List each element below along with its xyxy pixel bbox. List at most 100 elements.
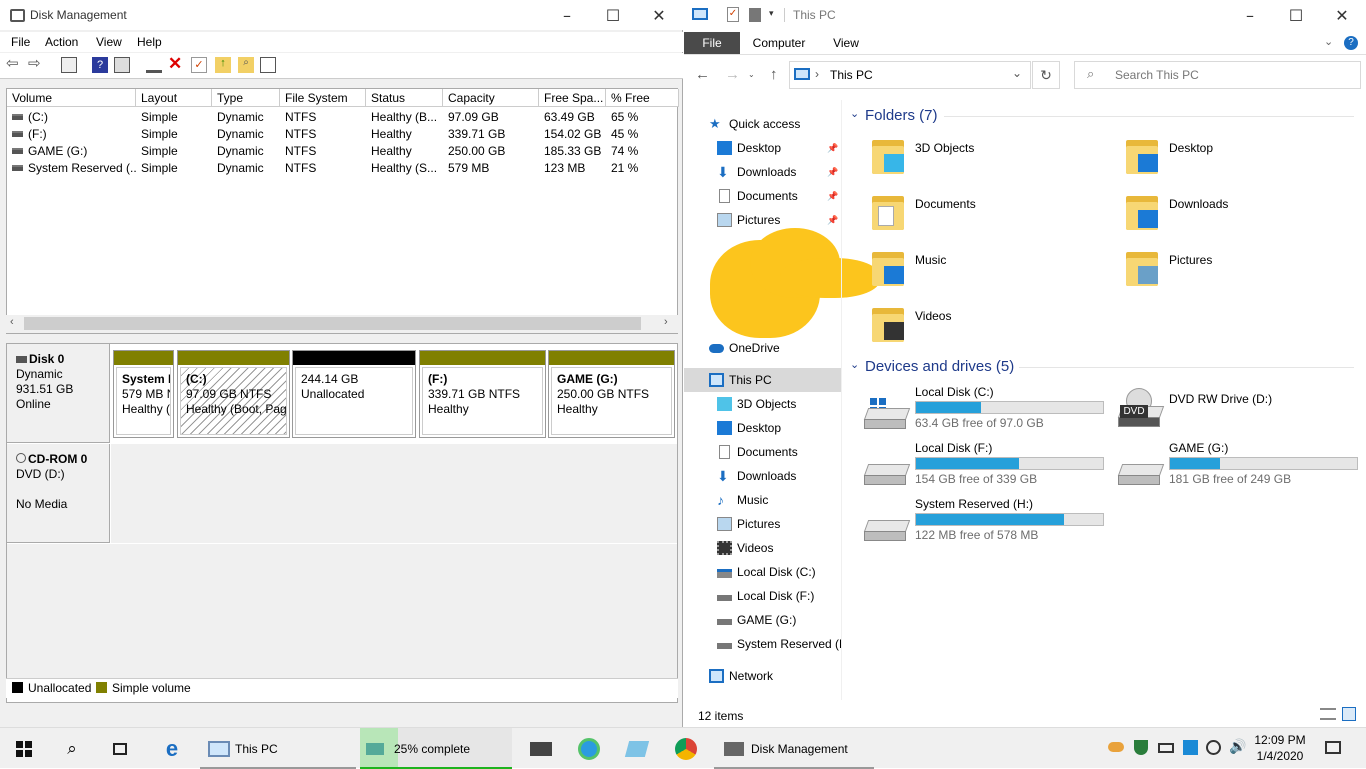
folder-3d-objects[interactable]: 3D Objects [870, 136, 1110, 184]
nav-network[interactable]: Network [684, 664, 842, 688]
col-filesystem[interactable]: File System [280, 89, 366, 107]
col-percent-free[interactable]: % Free [606, 89, 679, 107]
tray-globe-icon[interactable] [1206, 740, 1221, 755]
nav-documents-qa[interactable]: Documents 📌 [684, 184, 842, 208]
nav-3d-objects[interactable]: 3D Objects [684, 392, 842, 416]
table-cell[interactable]: Simple [136, 160, 212, 177]
properties-qa-icon[interactable]: ✓ [727, 7, 739, 22]
menu-view[interactable]: View [96, 32, 122, 52]
cdrom-0-header[interactable]: CD-ROM 0 DVD (D:) No Media [7, 444, 110, 543]
drive-h[interactable]: System Reserved (H:) 122 MB free of 578 … [862, 494, 1112, 544]
check-icon[interactable]: ✓ [191, 57, 207, 73]
tray-app-icon[interactable] [1183, 740, 1198, 755]
notification-icon[interactable] [1325, 741, 1341, 754]
table-cell[interactable]: 185.33 GB [539, 143, 606, 160]
folder-desktop[interactable]: Desktop [1124, 136, 1364, 184]
list-icon[interactable] [260, 57, 276, 73]
table-cell[interactable]: Simple [136, 109, 212, 126]
taskbar-this-pc[interactable]: This PC [200, 728, 356, 769]
folder-pictures[interactable]: Pictures [1124, 248, 1364, 296]
partition-f[interactable]: (F:) 339.71 GB NTFS Healthy [419, 350, 546, 438]
menu-file[interactable]: File [11, 32, 30, 52]
nav-desktop-qa[interactable]: Desktop 📌 [684, 136, 842, 160]
table-cell[interactable]: Dynamic [212, 160, 280, 177]
nav-forward-icon[interactable]: → [725, 66, 740, 83]
menu-action[interactable]: Action [45, 32, 78, 52]
dm-maximize-button[interactable]: ☐ [590, 0, 636, 30]
folder-videos[interactable]: Videos [870, 304, 1110, 352]
taskbar-edge-beta[interactable] [566, 728, 612, 769]
qa-dropdown-icon[interactable]: ▾ [769, 8, 774, 19]
disk-0-header[interactable]: Disk 0 Dynamic 931.51 GB Online [7, 344, 110, 443]
table-cell[interactable]: Dynamic [212, 109, 280, 126]
table-cell[interactable]: 579 MB [443, 160, 539, 177]
nav-downloads[interactable]: ⬇ Downloads [684, 464, 842, 488]
tray-cloud-icon[interactable] [1108, 742, 1124, 752]
tab-view[interactable]: View [824, 32, 868, 54]
refresh-button[interactable]: ↻ [1032, 61, 1060, 89]
nav-videos[interactable]: Videos [684, 536, 842, 560]
drive-g[interactable]: GAME (G:) 181 GB free of 249 GB [1116, 438, 1358, 488]
partition-unallocated[interactable]: 244.14 GB Unallocated [292, 350, 416, 438]
table-cell[interactable]: 63.49 GB [539, 109, 606, 126]
col-status[interactable]: Status [366, 89, 443, 107]
table-cell[interactable]: 97.09 GB [443, 109, 539, 126]
table-cell[interactable]: NTFS [280, 160, 366, 177]
folder-music[interactable]: Music [870, 248, 1110, 296]
table-cell[interactable]: Dynamic [212, 126, 280, 143]
nav-game-g[interactable]: GAME (G:) [684, 608, 842, 632]
search-box[interactable]: ⌕ Search This PC [1074, 61, 1361, 89]
volume-name-cell[interactable]: (C:) [23, 109, 136, 126]
ribbon-expand-icon[interactable]: ⌄ [1324, 35, 1333, 48]
nav-quick-access[interactable]: ★ Quick access [684, 112, 842, 136]
drive-d[interactable]: DVD DVD RW Drive (D:) [1116, 382, 1356, 432]
search-button[interactable]: ⌕ [48, 728, 96, 769]
back-arrow-icon[interactable]: ⇦ [6, 54, 22, 72]
tray-shield-icon[interactable] [1134, 740, 1148, 755]
large-icons-view-icon[interactable] [1342, 707, 1356, 721]
tray-clock[interactable]: 12:09 PM 1/4/2020 [1252, 732, 1308, 764]
tab-computer[interactable]: Computer [746, 32, 812, 54]
table-cell[interactable]: 74 % [606, 143, 679, 160]
taskbar-app[interactable] [614, 728, 660, 769]
help-icon[interactable]: ? [92, 57, 108, 73]
folders-header[interactable]: Folders (7) [865, 107, 938, 124]
table-cell[interactable]: Simple [136, 143, 212, 160]
col-capacity[interactable]: Capacity [443, 89, 539, 107]
nav-local-disk-c[interactable]: Local Disk (C:) [684, 560, 842, 584]
taskbar-copy-progress[interactable]: 25% complete [360, 728, 512, 769]
devices-chevron-icon[interactable]: ⌄ [850, 358, 859, 371]
console-icon[interactable] [114, 57, 130, 73]
search-folder-icon[interactable]: ⌕ [238, 57, 254, 73]
table-cell[interactable]: NTFS [280, 109, 366, 126]
ex-close-button[interactable]: ✕ [1319, 0, 1365, 30]
taskbar-edge[interactable]: e [148, 728, 196, 769]
table-cell[interactable]: 45 % [606, 126, 679, 143]
table-cell[interactable]: NTFS [280, 143, 366, 160]
table-cell[interactable]: 339.71 GB [443, 126, 539, 143]
newfolder-qa-icon[interactable] [749, 8, 761, 22]
dm-close-button[interactable]: ✕ [636, 0, 682, 30]
table-cell[interactable]: Healthy [366, 143, 443, 160]
tray-usb-icon[interactable] [1158, 743, 1174, 753]
drive-c[interactable]: Local Disk (C:) 63.4 GB free of 97.0 GB [862, 382, 1112, 432]
table-cell[interactable]: 21 % [606, 160, 679, 177]
tab-file[interactable]: File [684, 32, 740, 54]
col-type[interactable]: Type [212, 89, 280, 107]
dm-minimize-button[interactable]: – [544, 0, 590, 30]
table-cell[interactable]: Simple [136, 126, 212, 143]
details-view-icon[interactable] [1320, 708, 1336, 720]
properties-icon[interactable] [61, 57, 77, 73]
nav-music[interactable]: ♪ Music [684, 488, 842, 512]
start-button[interactable] [0, 728, 48, 769]
table-cell[interactable]: 154.02 GB [539, 126, 606, 143]
table-cell[interactable]: NTFS [280, 126, 366, 143]
table-cell[interactable]: 65 % [606, 109, 679, 126]
nav-up-icon[interactable]: ↑ [770, 66, 778, 83]
table-cell[interactable]: Dynamic [212, 143, 280, 160]
menu-help[interactable]: Help [137, 32, 162, 52]
volume-name-cell[interactable]: System Reserved (... [23, 160, 136, 177]
nav-this-pc[interactable]: This PC [684, 368, 842, 392]
address-dropdown-icon[interactable]: ⌄ [1012, 66, 1022, 80]
taskbar-chrome[interactable] [662, 728, 710, 769]
